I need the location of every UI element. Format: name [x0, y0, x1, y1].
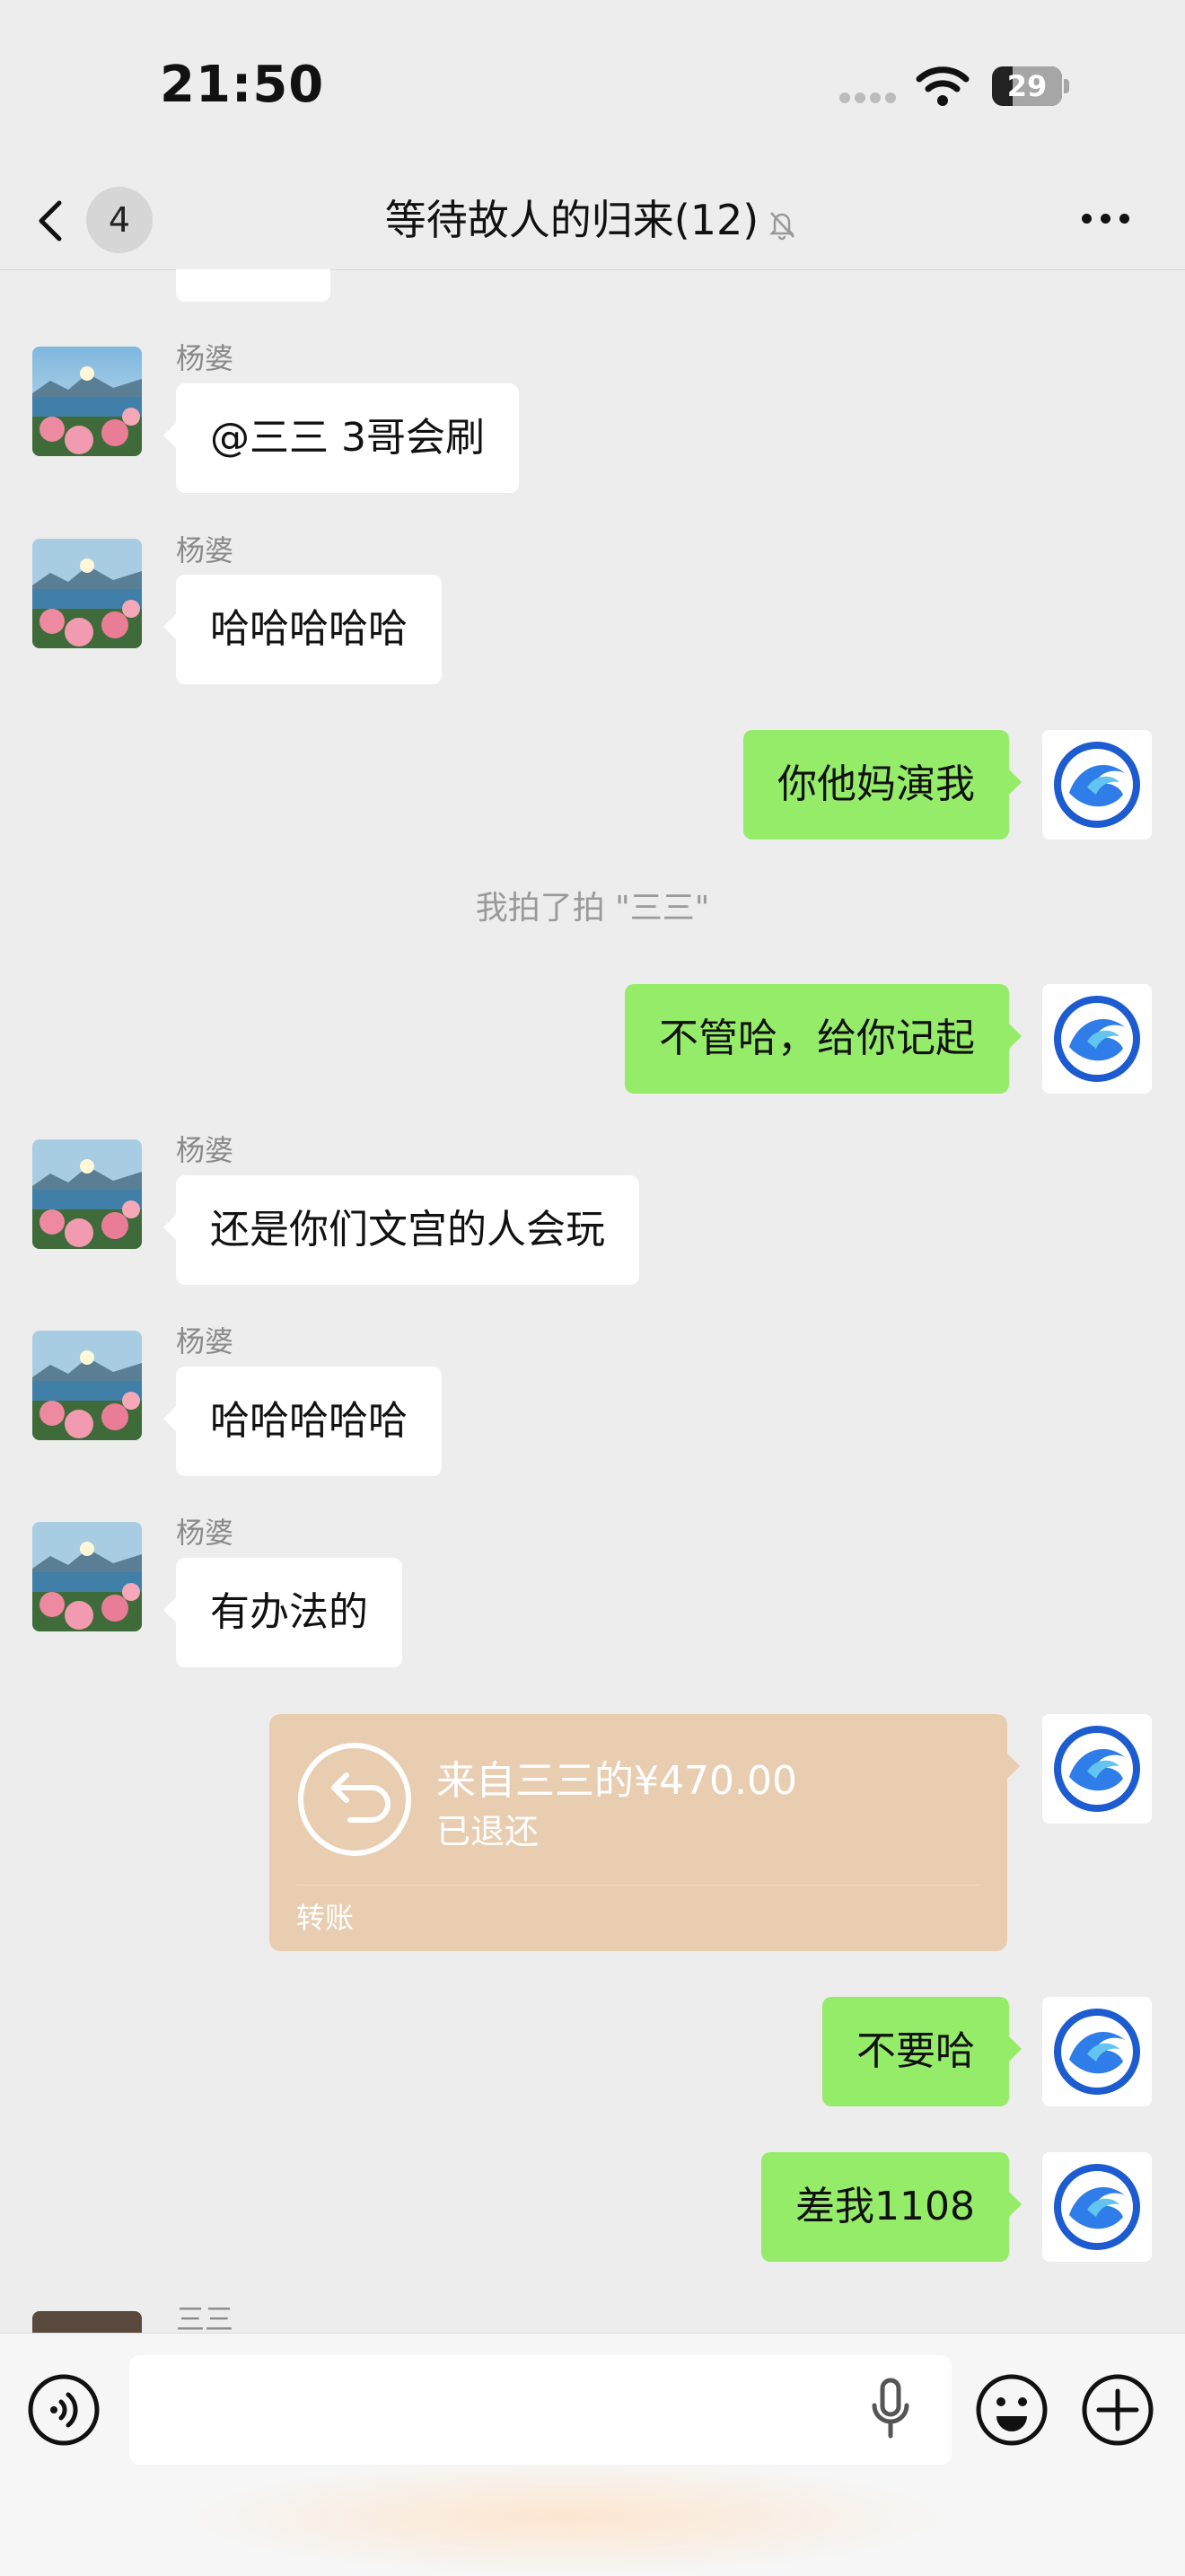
chat-title-text: 等待故人的归来(12)	[384, 196, 759, 244]
landscape-flower-avatar-icon	[32, 1331, 142, 1440]
sender-name: 杨婆	[176, 1324, 234, 1358]
message-bubble-self[interactable]: 差我1108	[761, 2152, 1022, 2262]
battery-level: 29	[1006, 69, 1048, 103]
avatar-yangpo[interactable]	[32, 1139, 142, 1249]
mute-bell-icon	[769, 211, 795, 240]
transfer-label: 转账	[296, 1901, 355, 1935]
wifi-icon	[916, 66, 970, 106]
blue-swirl-logo-icon	[1054, 2164, 1140, 2250]
divider	[296, 1885, 980, 1886]
avatar-self[interactable]	[1042, 1714, 1152, 1824]
transfer-card[interactable]: 来自三三的¥470.00 已退还 转账	[269, 1714, 1020, 1951]
transfer-status: 已退还	[436, 1812, 540, 1851]
avatar-yangpo[interactable]	[32, 347, 142, 456]
landscape-flower-avatar-icon	[32, 1522, 142, 1631]
plus-icon[interactable]	[1081, 2373, 1154, 2447]
blue-swirl-logo-icon	[1054, 2009, 1140, 2095]
sender-name: 杨婆	[176, 1516, 234, 1550]
system-message: 我拍了拍 "三三"	[475, 890, 710, 927]
back-button[interactable]: 4	[34, 187, 160, 253]
message-bubble[interactable]: @三三 3哥会刷	[163, 383, 519, 493]
chevron-left-icon	[39, 200, 62, 242]
blue-swirl-logo-icon	[1054, 1726, 1140, 1812]
message-bubble-self[interactable]: 不管哈，给你记起	[625, 984, 1022, 1094]
avatar-self[interactable]	[1042, 730, 1152, 840]
landscape-flower-avatar-icon	[32, 539, 142, 648]
microphone-icon[interactable]	[864, 2377, 917, 2441]
unread-count-badge: 4	[86, 187, 153, 253]
avatar-sansan[interactable]	[32, 2311, 142, 2333]
avatar-yangpo[interactable]	[32, 539, 142, 648]
message-bubble-self[interactable]: 不要哈	[822, 1997, 1022, 2106]
message-bubble-partial	[176, 269, 330, 302]
sender-name: 杨婆	[176, 341, 234, 375]
emoji-icon[interactable]	[975, 2373, 1049, 2447]
chat-title[interactable]: 等待故人的归来(12)	[269, 171, 916, 269]
background-glow	[180, 2459, 952, 2576]
input-bar	[0, 2333, 1185, 2576]
battery-icon: 29	[992, 66, 1071, 106]
message-bubble[interactable]: 有办法的	[163, 1558, 402, 1667]
landscape-flower-avatar-icon	[32, 1139, 142, 1249]
avatar-self[interactable]	[1042, 984, 1152, 1094]
status-time: 21:50	[160, 56, 325, 114]
message-bubble[interactable]: 哈哈哈哈哈	[163, 1367, 442, 1476]
voice-toggle-icon[interactable]	[27, 2373, 101, 2447]
sender-name: 杨婆	[176, 1133, 234, 1167]
return-arrow-icon	[298, 1743, 411, 1856]
message-input[interactable]	[129, 2355, 952, 2465]
blue-swirl-logo-icon	[1054, 742, 1140, 828]
transfer-amount: 来自三三的¥470.00	[436, 1758, 797, 1804]
message-bubble[interactable]: 还是你们文宫的人会玩	[163, 1175, 639, 1285]
avatar-yangpo[interactable]	[32, 1331, 142, 1440]
avatar-yangpo[interactable]	[32, 1522, 142, 1631]
blue-swirl-logo-icon	[1054, 996, 1140, 1082]
landscape-flower-avatar-icon	[32, 347, 142, 456]
status-bar: 21:50 29	[0, 0, 1185, 171]
more-options-button[interactable]	[1077, 198, 1149, 242]
sender-name: 杨婆	[176, 533, 234, 567]
avatar-self[interactable]	[1042, 1997, 1152, 2106]
avatar-self[interactable]	[1042, 2152, 1152, 2262]
message-bubble[interactable]: 哈哈哈哈哈	[163, 575, 442, 684]
chat-header: 4 等待故人的归来(12)	[0, 171, 1185, 270]
message-bubble-self[interactable]: 你他妈演我	[743, 730, 1022, 840]
cellular-signal-icon	[839, 90, 902, 103]
